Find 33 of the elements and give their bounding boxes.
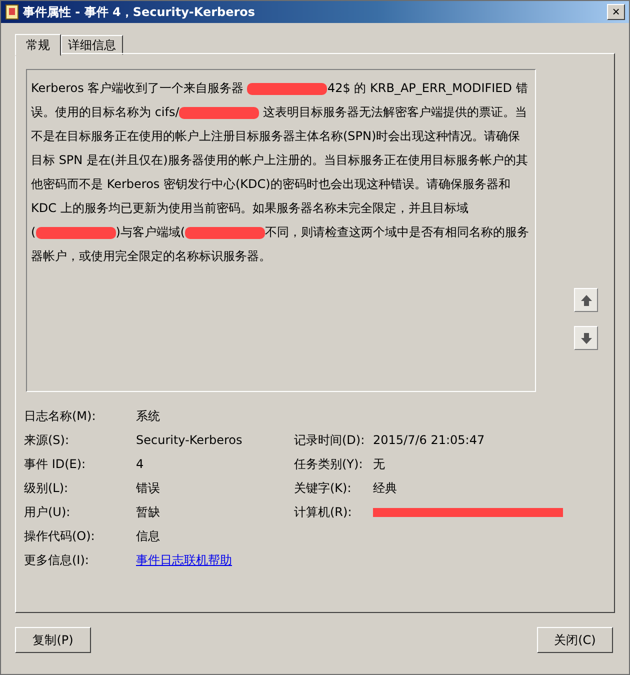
close-button[interactable]: × (607, 4, 625, 20)
window-title: 事件属性 - 事件 4，Security-Kerberos (23, 4, 256, 20)
dialog-button[interactable]: 关闭(C) (537, 627, 613, 653)
tab[interactable]: 常规 (15, 34, 61, 56)
field-label: 关键字(K): (294, 480, 352, 496)
field-value: 经典 (373, 480, 398, 496)
field-label: 级别(L): (24, 480, 70, 496)
field-value: 系统 (136, 408, 161, 424)
field-value: 2015/7/6 21:05:47 (373, 433, 486, 447)
field-label: 日志名称(M): (24, 408, 97, 424)
document-icon (5, 4, 19, 20)
field-value: Security-Kerberos (136, 433, 244, 447)
field-label: 用户(U): (24, 504, 72, 520)
help-link[interactable]: 事件日志联机帮助 (136, 552, 294, 568)
tab[interactable]: 详细信息 (61, 35, 123, 55)
field-label: 事件 ID(E): (24, 456, 87, 472)
field-value: 4 (136, 457, 145, 471)
event-description: Kerberos 客户端收到了一个来自服务器 42$ 的 KRB_AP_ERR_MODIFIED 错误。使用的目标名称为 cifs/ 这表明目标服务器无法解密客户端提供的票证。当不是在目标服务正在使用的帐户上注册目标服务器主体名称(SPN)时会出现这种情况。请确保目标 SPN 是在(并且仅在)服务器使用的帐户上注册的。当目标服务正在使用目标服务帐户的其他密码而不是 Kerberos 密钥发行中心(KDC)的密码时也会出现这种错误。请确保服务器和 KDC 上的服务均已更新为使用当前密码。如果服务器名称未完全限定，并且目标域 ( )与客户端域( 不同，则请检查这两个域中是否有相同名称的服务器帐户，或使用完全限定的名称标识服务器。 (26, 69, 536, 392)
field-label: 操作代码(O): (24, 528, 96, 544)
field-value: 信息 (136, 528, 161, 544)
field-label: 来源(S): (24, 432, 70, 448)
field-label: 记录时间(D): (294, 432, 366, 448)
field-label: 任务类别(Y): (294, 456, 364, 472)
down-arrow-icon (580, 332, 592, 344)
field-value: 无 (373, 456, 386, 472)
field-label: 计算机(R): (294, 504, 353, 520)
field-value: 暂缺 (136, 504, 161, 520)
field-value: 错误 (136, 480, 161, 496)
field-label: 更多信息(I): (24, 552, 90, 568)
previous-button[interactable] (574, 288, 598, 312)
next-button[interactable] (574, 326, 598, 350)
up-arrow-icon (580, 294, 592, 306)
dialog-button[interactable]: 复制(P) (15, 627, 91, 653)
